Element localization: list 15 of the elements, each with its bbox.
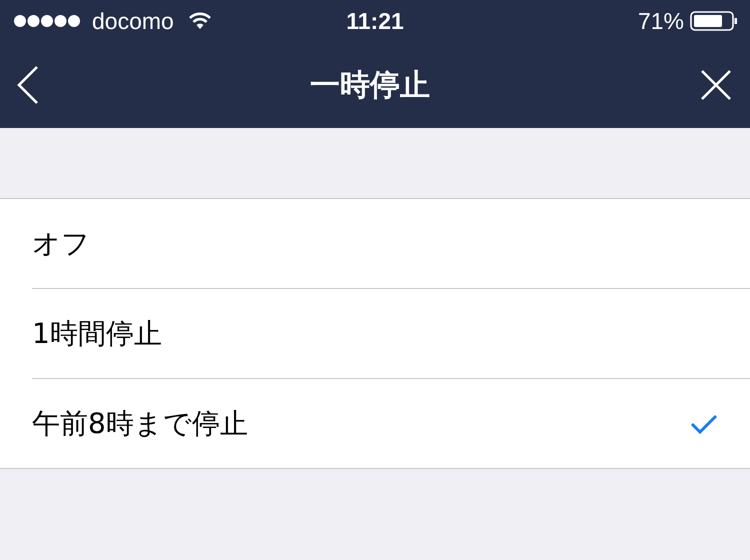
back-button[interactable] xyxy=(16,65,40,105)
option-label: 午前8時まで停止 xyxy=(32,406,248,442)
close-button[interactable] xyxy=(700,69,732,101)
battery-percent: 71% xyxy=(638,8,684,34)
option-label: オフ xyxy=(32,226,90,262)
option-row[interactable]: 1時間停止 xyxy=(32,289,750,379)
checkmark-icon xyxy=(690,412,718,434)
option-label: 1時間停止 xyxy=(32,316,162,352)
option-row[interactable]: オフ xyxy=(32,199,750,289)
status-time: 11:21 xyxy=(346,8,404,34)
carrier-name: docomo xyxy=(92,8,174,34)
nav-title: 一時停止 xyxy=(310,66,430,104)
option-row[interactable]: 午前8時まで停止 xyxy=(32,379,750,468)
battery-icon xyxy=(690,11,738,31)
wifi-icon xyxy=(188,12,212,30)
